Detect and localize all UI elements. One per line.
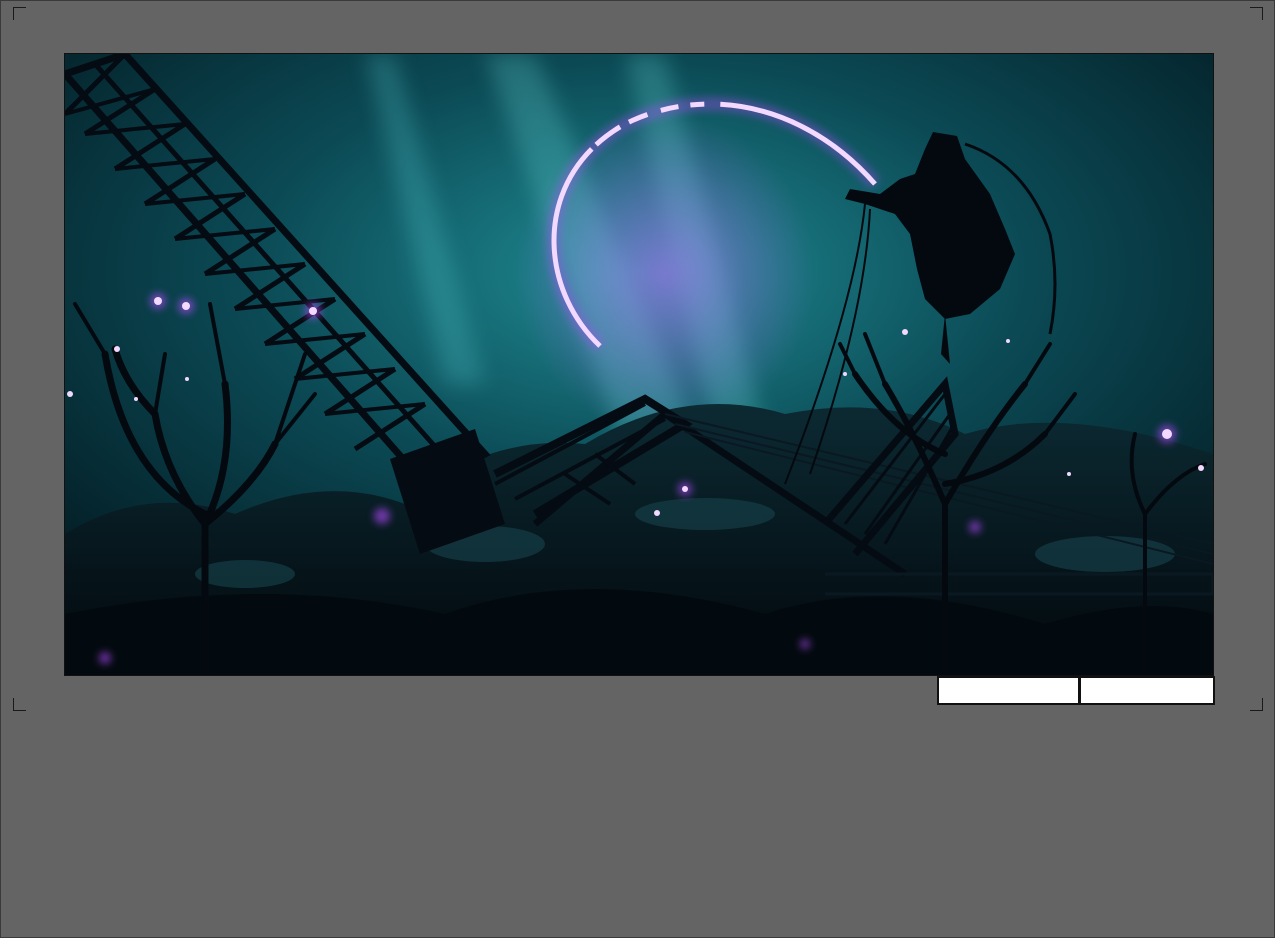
storyboard-panel [64,53,1214,676]
crop-mark-bottom-left [13,698,26,711]
crop-mark-top-left [13,7,26,20]
duration-box[interactable] [1079,676,1215,705]
crop-mark-bottom-right [1250,698,1263,711]
shot-number-box[interactable] [937,676,1080,705]
scene-illustration [65,54,1213,675]
crop-mark-top-right [1250,7,1263,20]
